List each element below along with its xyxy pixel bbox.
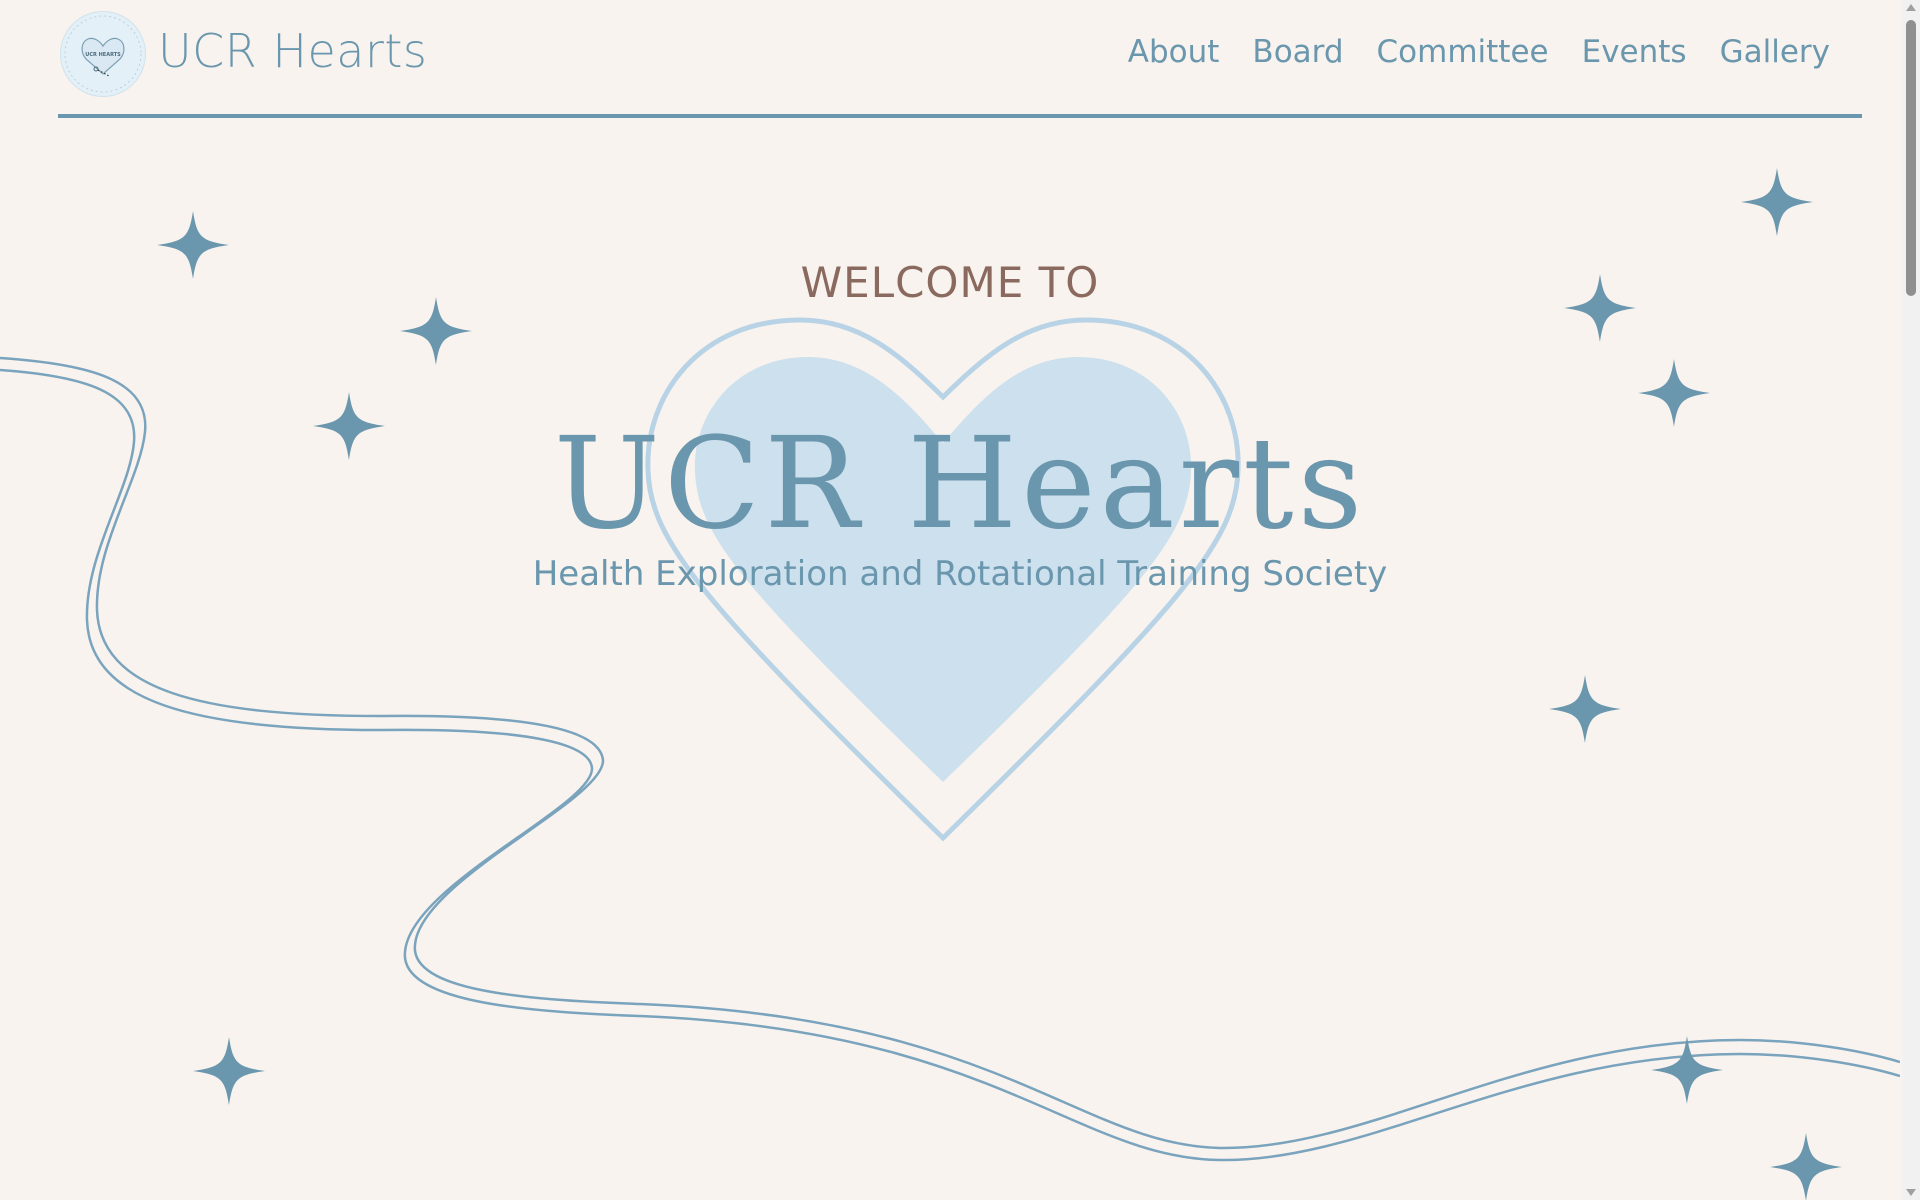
hero-title: UCR Hearts (553, 410, 1367, 557)
page: UCR HEARTS UCR Hearts About Board Commit… (0, 0, 1920, 1200)
sparkle-icon (193, 1037, 265, 1105)
hero-welcome: WELCOME TO (800, 258, 1100, 307)
scroll-down-arrow-icon[interactable] (1906, 1189, 1916, 1196)
hero-subtitle: Health Exploration and Rotational Traini… (532, 554, 1388, 594)
scrollbar[interactable] (1902, 0, 1920, 1200)
scrollbar-thumb[interactable] (1906, 20, 1916, 296)
sparkle-icon (1770, 1133, 1842, 1200)
sparkle-icon (1741, 168, 1813, 236)
sparkle-icon (400, 297, 472, 365)
scroll-up-arrow-icon[interactable] (1906, 4, 1916, 11)
sparkle-icon (1549, 675, 1621, 743)
sparkle-icon (1651, 1036, 1723, 1104)
hero-decoration (0, 168, 1900, 1200)
